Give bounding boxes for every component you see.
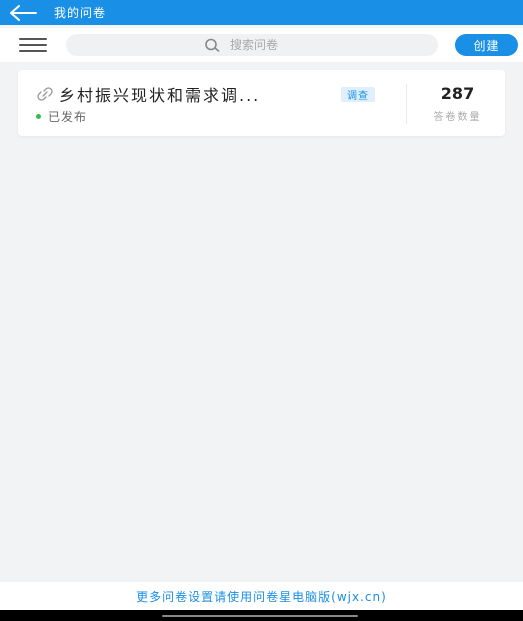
status-dot-icon <box>36 114 41 119</box>
link-icon <box>37 87 53 101</box>
hamburger-menu-line <box>19 50 47 52</box>
system-nav-bar <box>0 610 523 621</box>
back-button[interactable] <box>6 0 40 25</box>
top-app-bar: 我的问卷 <box>0 0 523 25</box>
response-count: 287 <box>440 84 475 103</box>
menu-button[interactable] <box>17 35 49 55</box>
hamburger-menu-line <box>19 44 47 46</box>
search-icon <box>205 38 220 52</box>
create-button[interactable]: 创建 <box>455 34 518 56</box>
status-text: 已发布 <box>48 110 88 124</box>
search-bar[interactable] <box>66 34 438 56</box>
page-title: 我的问卷 <box>54 6 107 20</box>
status-badge: 已发布 <box>36 108 87 125</box>
hamburger-menu-icon <box>19 38 47 40</box>
response-count-label: 答卷数量 <box>433 112 482 123</box>
survey-card[interactable]: 乡村振兴现状和需求调... 调查 已发布 287 答卷数量 <box>18 70 505 136</box>
survey-type-tag: 调查 <box>341 87 375 102</box>
search-input[interactable] <box>230 38 310 52</box>
footer: 更多问卷设置请使用问卷星电脑版(wjx.cn) <box>0 582 523 610</box>
divider <box>406 84 407 124</box>
toolbar: 创建 <box>0 28 523 62</box>
survey-title: 乡村振兴现状和需求调... <box>59 86 261 105</box>
desktop-version-link[interactable]: 更多问卷设置请使用问卷星电脑版(wjx.cn) <box>136 588 387 605</box>
home-indicator[interactable] <box>162 615 358 617</box>
arrow-left-icon <box>10 4 37 21</box>
